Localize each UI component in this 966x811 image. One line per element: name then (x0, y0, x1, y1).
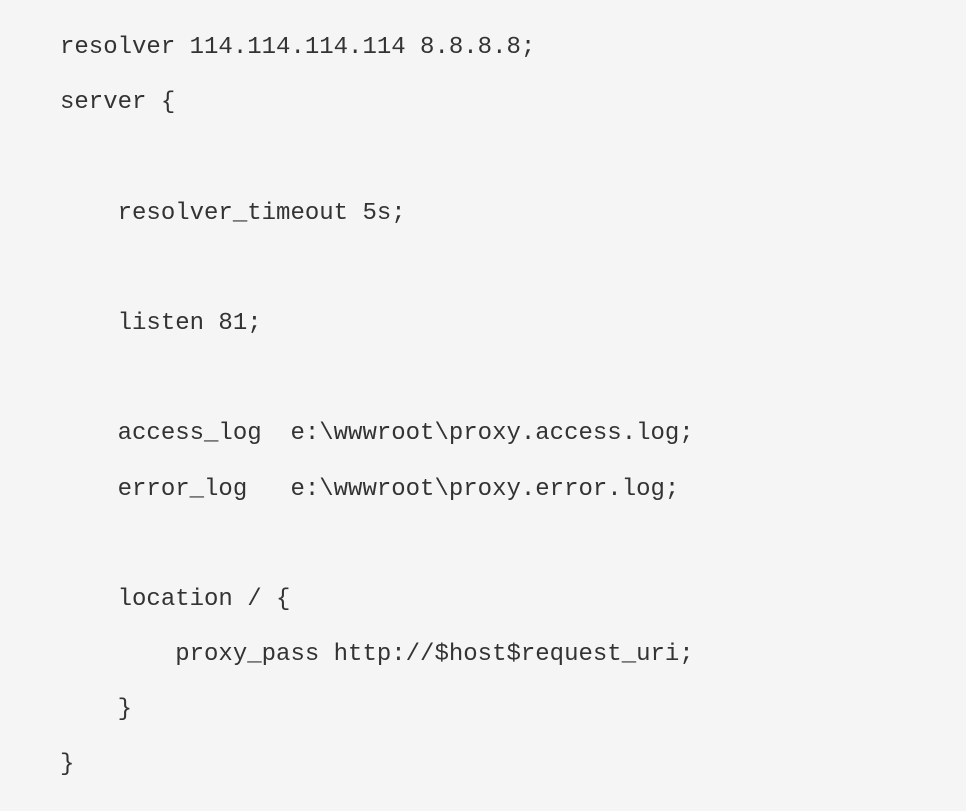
code-line: error_log e:\wwwroot\proxy.error.log; (60, 476, 679, 503)
code-line: } (60, 696, 132, 723)
code-line: listen 81; (60, 310, 262, 337)
code-line: proxy_pass http://$host$request_uri; (60, 641, 694, 668)
code-line: server { (60, 89, 175, 116)
code-line: } (60, 751, 74, 778)
code-line: resolver_timeout 5s; (60, 200, 406, 227)
code-line: location / { (60, 586, 290, 613)
code-line: resolver 114.114.114.114 8.8.8.8; (60, 34, 535, 61)
nginx-config-code: resolver 114.114.114.114 8.8.8.8; server… (60, 20, 906, 793)
code-line: access_log e:\wwwroot\proxy.access.log; (60, 420, 694, 447)
